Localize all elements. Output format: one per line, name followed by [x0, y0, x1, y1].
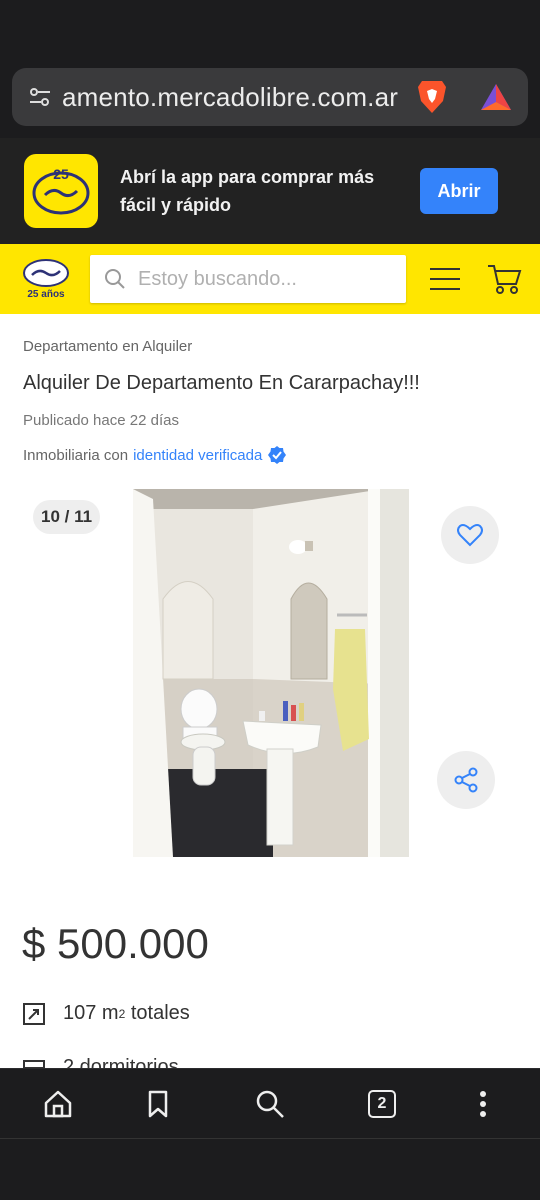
- tab-count: 2: [377, 1095, 387, 1112]
- tabs-button[interactable]: 2: [365, 1087, 399, 1121]
- agency-info: Inmobiliaria con identidad verificada: [23, 446, 287, 464]
- app-banner-text: Abrí la app para comprar más fácil y ráp…: [120, 167, 375, 215]
- published-date: Publicado hace 22 días: [23, 412, 179, 429]
- listing-content: Departamento en Alquiler Alquiler De Dep…: [0, 314, 540, 1068]
- site-settings-icon[interactable]: [18, 75, 62, 119]
- brave-shields-icon[interactable]: [412, 77, 452, 117]
- share-button[interactable]: [437, 751, 495, 809]
- heart-icon: [457, 524, 483, 547]
- verified-badge-icon: [268, 446, 287, 464]
- share-icon: [454, 767, 478, 793]
- area-feature: 107 m2 totales: [23, 1002, 190, 1025]
- brave-rewards-icon[interactable]: [476, 77, 516, 117]
- search-box[interactable]: [90, 255, 406, 303]
- browser-bottom-nav: 2: [0, 1068, 540, 1138]
- mercadolibre-logo[interactable]: 25 años: [18, 258, 74, 300]
- logo-anniversary-label: 25 años: [27, 289, 65, 300]
- listing-price: $ 500.000: [22, 920, 209, 967]
- open-app-button[interactable]: Abrir: [420, 168, 498, 214]
- search-input[interactable]: [138, 267, 398, 291]
- bed-icon: [23, 1059, 45, 1068]
- photo-counter: 10 / 11: [33, 500, 101, 534]
- agency-prefix: Inmobiliaria con: [23, 446, 129, 464]
- rooms-value: 2 dormitorios: [63, 1056, 179, 1068]
- rooms-feature: 2 dormitorios: [23, 1056, 179, 1068]
- area-unit-exponent: 2: [118, 1006, 126, 1021]
- more-options-icon[interactable]: [466, 1087, 500, 1121]
- home-icon[interactable]: [41, 1087, 75, 1121]
- app-install-banner: 25 Abrí la app para comprar más fácil y …: [0, 138, 540, 244]
- status-bar: [0, 0, 540, 58]
- tab-count-icon: 2: [368, 1090, 396, 1118]
- listing-title: Alquiler De Departamento En Cararpachay!…: [23, 372, 420, 394]
- hamburger-menu-icon[interactable]: [428, 265, 462, 293]
- search-icon: [105, 269, 125, 289]
- url-text[interactable]: amento.mercadolibre.com.ar: [62, 82, 402, 113]
- verified-identity-link[interactable]: identidad verificada: [133, 447, 262, 464]
- svg-text:25: 25: [53, 166, 69, 182]
- listing-photo[interactable]: [133, 489, 409, 857]
- site-header: 25 años: [0, 244, 540, 314]
- search-icon[interactable]: [253, 1087, 287, 1121]
- favorite-button[interactable]: [441, 506, 499, 564]
- area-expand-icon: [23, 1002, 45, 1025]
- browser-toolbar: amento.mercadolibre.com.ar: [0, 58, 540, 138]
- listing-category: Departamento en Alquiler: [23, 338, 193, 355]
- bookmark-icon[interactable]: [141, 1087, 175, 1121]
- cart-icon[interactable]: [486, 262, 522, 296]
- system-nav-bar: [0, 1138, 540, 1200]
- address-bar[interactable]: amento.mercadolibre.com.ar: [12, 68, 528, 126]
- mercadolibre-app-logo: 25: [24, 154, 98, 228]
- area-value: 107 m: [63, 1002, 119, 1024]
- area-suffix: totales: [125, 1002, 190, 1024]
